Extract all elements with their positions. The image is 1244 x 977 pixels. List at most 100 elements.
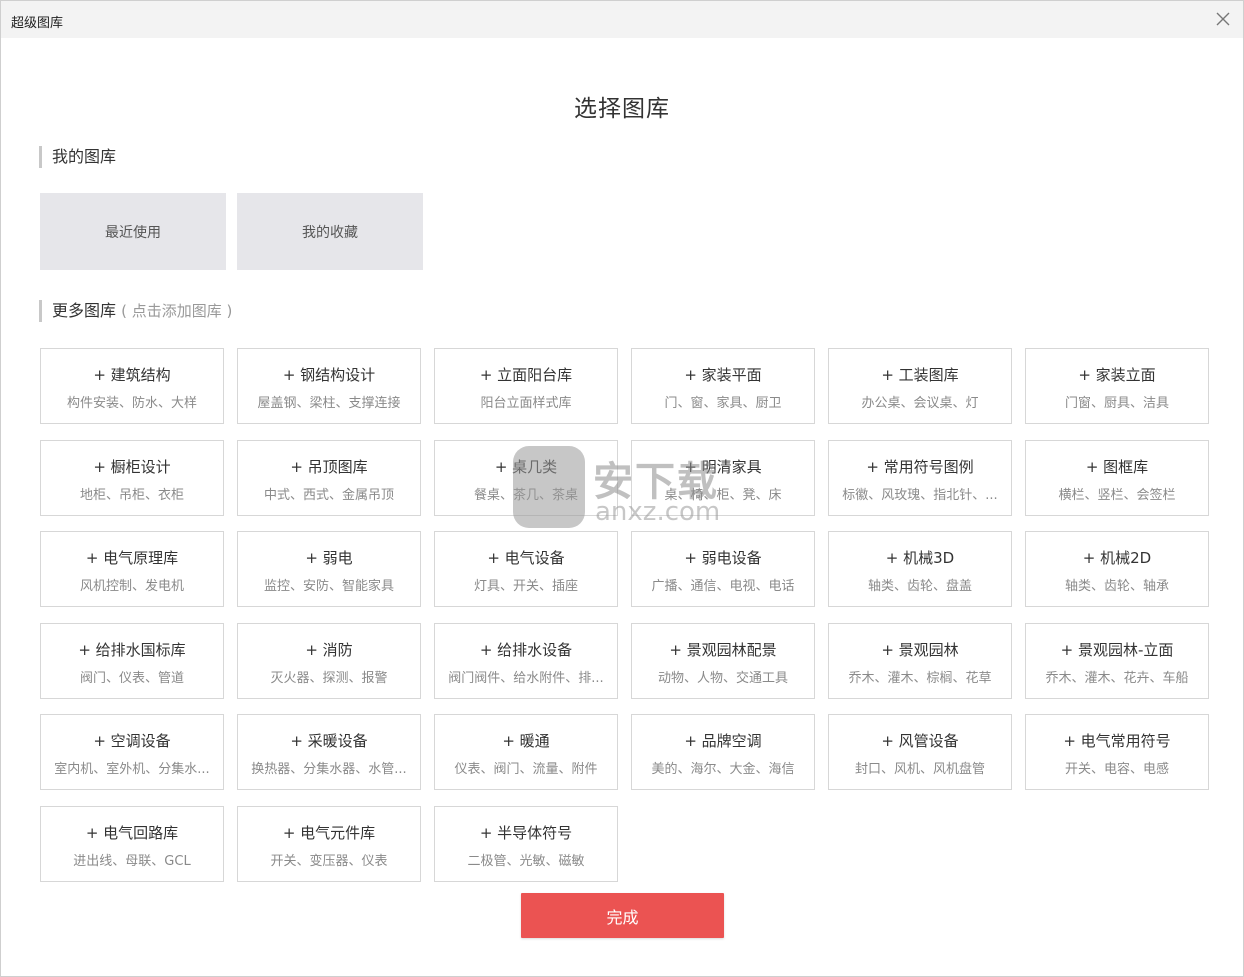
library-card-subtitle: 标徽、风玫瑰、指北针、... [842,488,998,503]
library-card[interactable]: + 采暖设备 换热器、分集水器、水管... [237,714,421,790]
library-card[interactable]: + 空调设备室内机、室外机、分集水... [40,714,224,790]
library-card-subtitle: 监控、安防、智能家具 [263,579,394,594]
library-card-title: + 风管设备 [881,732,959,750]
dialog-window: 超级图库 选择图库 我的图库 最近使用 我的收藏 更多图库 ( 点击添加图库 )… [0,0,1244,977]
library-card-subtitle: 门窗、厨具、洁具 [1064,396,1169,411]
library-card[interactable]: + 弱电设备广播、通信、电视、电话 [631,531,815,607]
library-card-subtitle: 阳台立面样式库 [480,396,572,411]
library-card-title: + 常用符号图例 [866,458,974,476]
library-card-title: + 采暖设备 [290,732,368,750]
library-card-title: + 工装图库 [881,366,959,384]
library-card-subtitle: 餐桌、茶几、茶桌 [473,488,578,503]
done-button[interactable]: 完成 [521,893,724,938]
library-card-title: + 弱电 [305,549,353,567]
library-card-title: + 橱柜设计 [93,458,171,476]
window-title: 超级图库 [11,16,64,31]
library-card-subtitle: 灭火器、探测、报警 [270,671,388,686]
library-card[interactable]: + 建筑结构 构件安装、防水、大样 [40,348,224,424]
library-card-subtitle: 美的、海尔、大金、海信 [651,762,795,777]
library-card-title: + 暖通 [502,732,550,750]
library-card[interactable]: + 橱柜设计 地柜、吊柜、衣柜 [40,440,224,516]
library-card-title: + 家装立面 [1078,366,1156,384]
library-card-subtitle: 办公桌、会议桌、灯 [861,396,979,411]
library-card[interactable]: + 电气原理库 风机控制、发电机 [40,531,224,607]
library-card[interactable]: + 吊顶图库中式、西式、金属吊顶 [237,440,421,516]
recent-used-button[interactable]: 最近使用 [40,193,226,270]
library-card[interactable]: + 半导体符号 二极管、光敏、磁敏 [434,806,618,882]
library-card-title: + 景观园林配景 [669,641,777,659]
library-card[interactable]: + 弱电监控、安防、智能家具 [237,531,421,607]
library-card[interactable]: + 桌几类餐桌、茶几、茶桌 [434,440,618,516]
library-card-title: + 图框库 [1085,458,1149,476]
library-card-title: + 电气回路库 [85,824,179,842]
library-card-subtitle: 二极管、光敏、磁敏 [467,854,585,869]
library-card[interactable]: + 景观园林配景 动物、人物、交通工具 [631,623,815,699]
library-card-title: + 机械3D [885,549,955,567]
close-icon[interactable] [1213,9,1233,29]
page-title: 选择图库 [574,96,670,122]
library-card[interactable]: + 给排水设备 阀门阀件、给水附件、排... [434,623,618,699]
library-card-subtitle: 封口、风机、风机盘管 [854,762,985,777]
library-card-title: + 桌几类 [494,458,558,476]
library-card-subtitle: 桌、椅、柜、凳、床 [664,488,782,503]
title-bar: 超级图库 [1,1,1243,38]
library-card-title: + 电气元件库 [282,824,376,842]
library-card[interactable]: + 景观园林 乔木、灌木、棕榈、花草 [828,623,1012,699]
library-card-title: + 消防 [305,641,353,659]
library-card-subtitle: 乔木、灌木、花卉、车船 [1045,671,1189,686]
library-card-title: + 给排水国标库 [78,641,186,659]
library-card[interactable]: + 明清家具桌、椅、柜、凳、床 [631,440,815,516]
library-card-subtitle: 地柜、吊柜、衣柜 [79,488,184,503]
library-card-subtitle: 轴类、齿轮、盘盖 [867,579,972,594]
library-card[interactable]: + 消防灭火器、探测、报警 [237,623,421,699]
library-card-title: + 电气常用符号 [1063,732,1171,750]
library-card[interactable]: + 机械3D 轴类、齿轮、盘盖 [828,531,1012,607]
library-card-subtitle: 进出线、母联、GCL [73,854,191,869]
library-card-subtitle: 门、窗、家具、厨卫 [664,396,782,411]
library-card-subtitle: 广播、通信、电视、电话 [651,579,795,594]
library-card[interactable]: + 电气元件库 开关、变压器、仪表 [237,806,421,882]
library-card-title: + 弱电设备 [684,549,762,567]
library-card[interactable]: + 立面阳台库 阳台立面样式库 [434,348,618,424]
library-card-title: + 钢结构设计 [282,366,376,384]
library-card-title: + 电气原理库 [85,549,179,567]
library-card-subtitle: 阀门阀件、给水附件、排... [448,671,604,686]
library-card[interactable]: + 给排水国标库 阀门、仪表、管道 [40,623,224,699]
library-card-title: + 机械2D [1082,549,1152,567]
library-card-title: + 景观园林 [881,641,959,659]
library-card[interactable]: + 风管设备封口、风机、风机盘管 [828,714,1012,790]
library-card-subtitle: 横栏、竖栏、会签栏 [1058,488,1176,503]
my-favorites-button[interactable]: 我的收藏 [237,193,423,270]
library-card-subtitle: 中式、西式、金属吊顶 [263,488,394,503]
library-card-title: + 家装平面 [684,366,762,384]
library-card[interactable]: + 家装立面 门窗、厨具、洁具 [1025,348,1209,424]
library-card[interactable]: + 电气设备 灯具、开关、插座 [434,531,618,607]
library-card-subtitle: 阀门、仪表、管道 [79,671,184,686]
more-library-heading-text: 更多图库 [52,301,117,320]
library-card[interactable]: + 机械2D 轴类、齿轮、轴承 [1025,531,1209,607]
library-card[interactable]: + 图框库横栏、竖栏、会签栏 [1025,440,1209,516]
library-card[interactable]: + 家装平面门、窗、家具、厨卫 [631,348,815,424]
library-card[interactable]: + 品牌空调 美的、海尔、大金、海信 [631,714,815,790]
library-card-subtitle: 屋盖钢、梁柱、支撑连接 [257,396,401,411]
my-library-heading-text: 我的图库 [52,147,117,166]
library-card-subtitle: 构件安装、防水、大样 [66,396,197,411]
library-card-title: + 明清家具 [684,458,762,476]
library-card-title: + 空调设备 [93,732,171,750]
library-card-title: + 吊顶图库 [290,458,368,476]
library-card[interactable]: + 电气回路库 进出线、母联、GCL [40,806,224,882]
library-card-subtitle: 轴类、齿轮、轴承 [1064,579,1169,594]
library-card-subtitle: 室内机、室外机、分集水... [54,762,210,777]
library-card[interactable]: + 电气常用符号 开关、电容、电感 [1025,714,1209,790]
library-card[interactable]: + 常用符号图例标徽、风玫瑰、指北针、... [828,440,1012,516]
library-card[interactable]: + 工装图库办公桌、会议桌、灯 [828,348,1012,424]
library-card-subtitle: 开关、变压器、仪表 [270,854,388,869]
library-card-subtitle: 动物、人物、交通工具 [657,671,788,686]
library-card[interactable]: + 暖通 仪表、阀门、流量、附件 [434,714,618,790]
library-card-title: + 半导体符号 [479,824,573,842]
library-card-title: + 电气设备 [487,549,565,567]
library-card[interactable]: + 钢结构设计屋盖钢、梁柱、支撑连接 [237,348,421,424]
library-card-subtitle: 开关、电容、电感 [1064,762,1169,777]
more-library-heading: 更多图库 ( 点击添加图库 ) [39,300,232,322]
library-card[interactable]: + 景观园林-立面 乔木、灌木、花卉、车船 [1025,623,1209,699]
